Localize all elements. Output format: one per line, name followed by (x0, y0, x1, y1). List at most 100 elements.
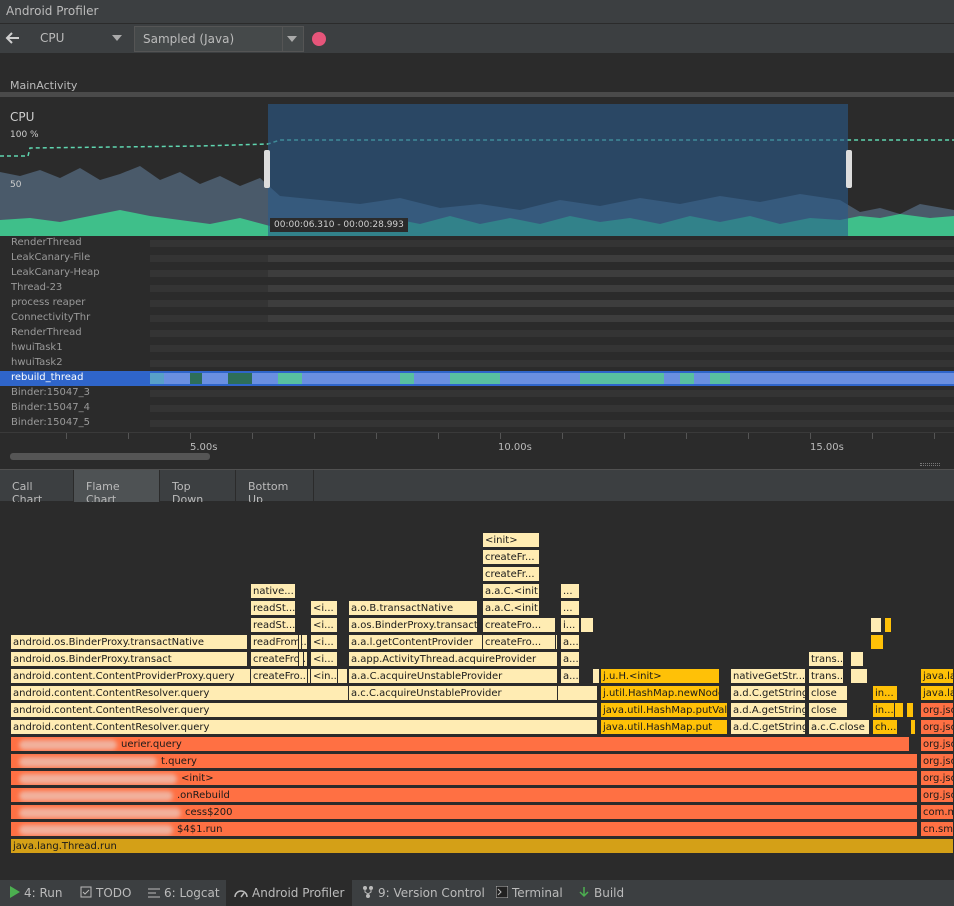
flame-frame[interactable]: nativeGetStr... (730, 668, 806, 684)
flame-frame[interactable]: a.o.B.transactNative (348, 600, 478, 616)
flame-frame[interactable]: org.jso (920, 753, 954, 769)
version-control-tool-button[interactable]: 9: Version Control (362, 886, 485, 901)
flame-frame[interactable]: org.jso (920, 736, 954, 752)
thread-row[interactable]: Binder:15047_4 (0, 401, 954, 416)
horizontal-scrollbar[interactable] (10, 453, 210, 460)
flame-frame[interactable]: org.jso (920, 787, 954, 803)
flame-frame[interactable]: .onRebuild (10, 787, 918, 803)
flame-frame[interactable]: trans... (808, 651, 844, 667)
flame-frame-small[interactable] (592, 668, 600, 684)
flame-frame[interactable]: org.jso (920, 719, 954, 735)
flame-frame[interactable]: cn.sma (920, 821, 954, 837)
flame-frame[interactable]: uerier.query (10, 736, 910, 752)
flame-frame[interactable]: close (808, 702, 848, 718)
flame-frame[interactable]: ... (560, 600, 580, 616)
flame-frame[interactable]: a... (560, 634, 580, 650)
flame-frame-small[interactable] (894, 702, 904, 718)
flame-frame[interactable]: in... (872, 685, 898, 701)
flame-frame[interactable]: createFr... (482, 566, 540, 582)
tab-top-down[interactable]: Top Down (160, 470, 236, 506)
record-button[interactable] (312, 32, 326, 46)
android-profiler-tool-button[interactable]: Android Profiler (226, 880, 353, 906)
flame-frame[interactable]: a.app.ActivityThread.acquireProvider (348, 651, 558, 667)
flame-frame-small[interactable] (580, 617, 594, 633)
flame-chart[interactable]: java.lang.Thread.run $4$1.run cess$200 .onR… (0, 502, 954, 877)
thread-row[interactable]: hwuiTask1 (0, 341, 954, 356)
flame-frame-small[interactable] (884, 617, 892, 633)
thread-row[interactable]: Binder:15047_5 (0, 416, 954, 431)
flame-frame[interactable]: org.jso (920, 702, 954, 718)
thread-row[interactable]: LeakCanary-Heap (0, 266, 954, 281)
flame-frame[interactable]: j.util.HashMap.newNode (600, 685, 720, 701)
threads-list[interactable]: RenderThread LeakCanary-File LeakCanary-He… (0, 236, 954, 432)
cpu-usage-chart[interactable]: CPU 100 % 50 00:00:06.310 - 00:00:28.993 (0, 100, 954, 236)
thread-row[interactable]: ConnectivityThr (0, 311, 954, 326)
thread-row[interactable]: LeakCanary-File (0, 251, 954, 266)
flame-frame[interactable]: a... (560, 651, 580, 667)
flame-frame[interactable]: <i... (310, 617, 338, 633)
flame-frame[interactable]: readSt... (250, 600, 296, 616)
config-select[interactable]: Sampled (Java) (134, 26, 304, 52)
thread-row-selected[interactable]: rebuild_thread (0, 371, 954, 386)
flame-frame[interactable]: native... (250, 583, 296, 599)
flame-frame[interactable]: <i... (310, 651, 338, 667)
flame-frame-small[interactable] (298, 634, 302, 650)
run-tool-button[interactable]: 4: Run (10, 886, 63, 901)
tab-flame-chart[interactable]: Flame Chart (74, 470, 160, 506)
flame-frame[interactable]: android.os.BinderProxy.transactNative (10, 634, 248, 650)
resize-grip-icon[interactable] (920, 463, 940, 466)
flame-frame-small[interactable] (910, 719, 916, 735)
flame-frame[interactable]: a.a.C.acquireUnstableProvider (348, 668, 558, 684)
flame-frame[interactable]: j.u.H.<init> (600, 668, 720, 684)
flame-frame[interactable]: a.d.C.getString (730, 719, 806, 735)
flame-frame[interactable]: a.a.C.<init> (482, 583, 540, 599)
flame-frame[interactable]: ... (560, 583, 580, 599)
flame-frame[interactable]: i... (560, 617, 580, 633)
flame-frame-small[interactable] (906, 702, 914, 718)
flame-frame[interactable]: close (808, 685, 848, 701)
logcat-tool-button[interactable]: 6: Logcat (148, 886, 220, 901)
flame-frame[interactable]: <i... (310, 634, 338, 650)
tab-bottom-up[interactable]: Bottom Up (236, 470, 314, 506)
flame-frame-thread-run[interactable]: java.lang.Thread.run (10, 838, 954, 854)
flame-frame[interactable]: <i... (310, 600, 338, 616)
flame-frame[interactable]: a.a.C.<init> (482, 600, 540, 616)
thread-row[interactable]: process reaper (0, 296, 954, 311)
thread-row[interactable]: Binder:15047_3 (0, 386, 954, 401)
flame-frame[interactable]: <init> (482, 532, 540, 548)
back-arrow-icon[interactable] (4, 29, 24, 49)
flame-frame[interactable]: a... (560, 668, 580, 684)
flame-frame[interactable]: java.util.HashMap.put (600, 719, 728, 735)
flame-frame[interactable]: org.jso (920, 770, 954, 786)
flame-frame-small[interactable] (850, 668, 868, 684)
flame-frame[interactable]: android.content.ContentResolver.query (10, 702, 598, 718)
flame-frame[interactable]: java.la (920, 685, 954, 701)
thread-row[interactable]: hwuiTask2 (0, 356, 954, 371)
flame-frame[interactable]: createFro... (482, 634, 556, 650)
flame-frame[interactable]: readSt... (250, 617, 296, 633)
build-tool-button[interactable]: Build (578, 886, 624, 901)
flame-frame[interactable]: android.os.BinderProxy.transact (10, 651, 248, 667)
thread-row[interactable]: Thread-23 (0, 281, 954, 296)
flame-frame[interactable]: t.query (10, 753, 918, 769)
flame-frame[interactable]: android.content.ContentResolver.query (10, 719, 598, 735)
flame-frame[interactable]: cess$200 (10, 804, 918, 820)
flame-frame[interactable]: a.d.A.getString (730, 702, 806, 718)
flame-frame[interactable]: a.c.C.acquireUnstableProvider (348, 685, 558, 701)
todo-tool-button[interactable]: TODO (80, 886, 131, 901)
flame-frame[interactable]: a.d.C.getString (730, 685, 806, 701)
terminal-tool-button[interactable]: Terminal (495, 885, 563, 901)
flame-frame[interactable]: <in... (310, 668, 338, 684)
flame-frame[interactable]: ch... (872, 719, 898, 735)
flame-frame-small[interactable] (870, 617, 882, 633)
flame-frame[interactable]: createFr... (482, 549, 540, 565)
thread-row[interactable]: RenderThread (0, 236, 954, 251)
flame-frame[interactable]: trans... (808, 668, 844, 684)
flame-frame[interactable]: $4$1.run (10, 821, 918, 837)
flame-frame[interactable]: a.os.BinderProxy.transact (348, 617, 478, 633)
tab-call-chart[interactable]: Call Chart (0, 470, 74, 506)
flame-frame[interactable]: a.c.C.close (808, 719, 870, 735)
thread-row[interactable]: RenderThread (0, 326, 954, 341)
flame-frame[interactable]: <init> (10, 770, 918, 786)
flame-frame-small[interactable] (870, 634, 884, 650)
